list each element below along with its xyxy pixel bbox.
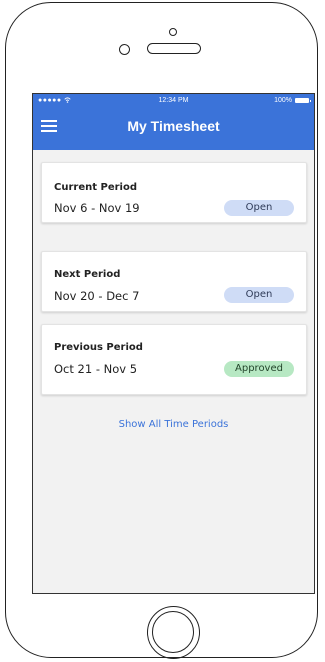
phone-frame: ●●●●● 12:34 PM 100% My Timesheet Current…	[5, 2, 318, 659]
period-label: Previous Period	[54, 342, 143, 353]
period-label: Current Period	[54, 182, 137, 193]
front-sensor	[169, 28, 177, 36]
period-dates: Nov 20 - Dec 7	[54, 289, 140, 303]
page-title: My Timesheet	[127, 118, 220, 134]
home-button[interactable]	[147, 606, 200, 659]
home-button-inner	[152, 611, 194, 653]
period-card-next[interactable]: Next Period Nov 20 - Dec 7 Open	[41, 251, 307, 312]
app-header: ●●●●● 12:34 PM 100% My Timesheet	[33, 94, 314, 150]
status-time: 12:34 PM	[158, 97, 189, 104]
battery-icon	[295, 98, 311, 103]
period-dates: Oct 21 - Nov 5	[54, 362, 138, 376]
battery-percent: 100%	[274, 97, 292, 104]
period-label: Next Period	[54, 269, 121, 280]
battery-status: 100%	[274, 97, 311, 104]
period-dates: Nov 6 - Nov 19	[54, 201, 140, 215]
status-badge: Open	[224, 200, 294, 216]
earpiece-speaker	[147, 43, 201, 54]
phone-screen: ●●●●● 12:34 PM 100% My Timesheet Current…	[32, 93, 315, 594]
period-card-previous[interactable]: Previous Period Oct 21 - Nov 5 Approved	[41, 324, 307, 395]
status-badge: Approved	[224, 361, 294, 377]
show-all-periods-link[interactable]: Show All Time Periods	[33, 419, 314, 430]
period-card-current[interactable]: Current Period Nov 6 - Nov 19 Open	[41, 162, 307, 223]
status-badge: Open	[224, 287, 294, 303]
front-camera	[119, 44, 130, 55]
status-bar: ●●●●● 12:34 PM 100%	[33, 94, 314, 108]
